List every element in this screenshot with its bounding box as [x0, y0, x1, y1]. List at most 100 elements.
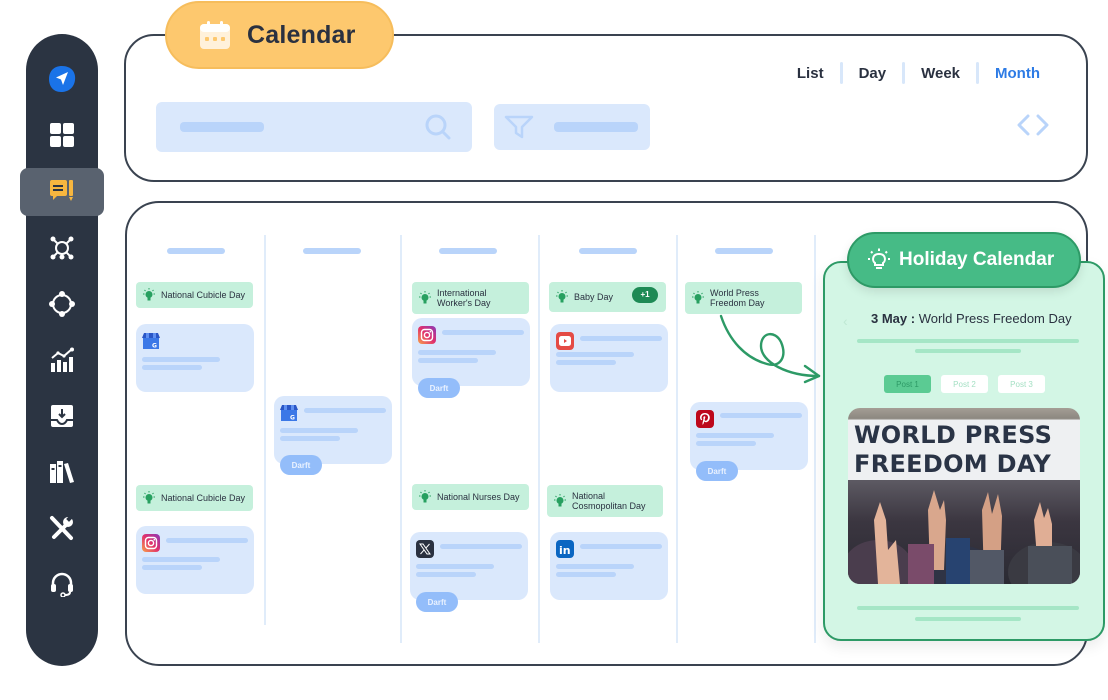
- text-placeholder: [720, 413, 802, 418]
- holiday-label: National Cubicle Day: [161, 492, 246, 503]
- post-card[interactable]: [136, 526, 254, 594]
- text-placeholder: [857, 606, 1079, 610]
- holiday-chip[interactable]: National Cosmopolitan Day: [547, 485, 663, 517]
- svg-text:in: in: [559, 544, 571, 556]
- post-tabs: Post 1 Post 2 Post 3: [884, 375, 1045, 393]
- sidebar-item-support[interactable]: [47, 569, 77, 599]
- sidebar-item-tools[interactable]: [47, 513, 77, 543]
- holiday-calendar-title: Holiday Calendar: [899, 249, 1055, 270]
- text-placeholder: [696, 441, 756, 446]
- holiday-label: National Nurses Day: [437, 491, 520, 502]
- post-card[interactable]: G: [274, 396, 392, 464]
- post-card[interactable]: [550, 324, 668, 392]
- holiday-chip[interactable]: National Nurses Day: [412, 484, 529, 510]
- banner-text-line1: WORLD PRESS: [854, 421, 1053, 449]
- curly-arrow-icon: [719, 314, 821, 384]
- date-navigation: [1016, 114, 1050, 136]
- text-placeholder: [416, 572, 476, 577]
- lightbulb-icon: [554, 494, 566, 507]
- text-placeholder: [142, 357, 220, 362]
- network-hub-icon: [50, 236, 74, 260]
- holiday-calendar-panel: ‹ 3 May : World Press Freedom Day Post 1…: [823, 261, 1105, 641]
- text-placeholder: [556, 352, 634, 357]
- holiday-calendar-title-pill: Holiday Calendar: [847, 232, 1081, 288]
- text-placeholder: [142, 365, 202, 370]
- day-header: [715, 248, 773, 254]
- dashboard-grid-icon: [50, 123, 74, 147]
- search-icon[interactable]: [424, 113, 452, 141]
- holiday-chip[interactable]: International Worker's Day: [412, 282, 529, 314]
- post-card[interactable]: [410, 532, 528, 600]
- tab-post-2[interactable]: Post 2: [941, 375, 988, 393]
- instagram-icon: [142, 534, 160, 552]
- post-card[interactable]: in: [550, 532, 668, 600]
- draft-status-badge: Darft: [418, 378, 460, 398]
- lightbulb-icon: [868, 248, 890, 269]
- holiday-label: Baby Day: [574, 291, 614, 302]
- text-placeholder: [166, 538, 248, 543]
- search-input[interactable]: [156, 102, 472, 152]
- text-placeholder: [442, 330, 524, 335]
- lightbulb-icon: [692, 291, 704, 304]
- sidebar-item-home[interactable]: [47, 64, 77, 94]
- lightbulb-icon: [419, 291, 431, 304]
- tools-icon: [50, 515, 73, 540]
- holiday-chip[interactable]: World Press Freedom Day: [685, 282, 802, 314]
- holiday-chip[interactable]: National Cubicle Day: [136, 282, 253, 308]
- day-header: [167, 248, 225, 254]
- text-placeholder: [696, 433, 774, 438]
- tab-day[interactable]: Day: [843, 65, 903, 82]
- text-placeholder: [440, 544, 522, 549]
- post-card[interactable]: G: [136, 324, 254, 392]
- post-card[interactable]: [690, 402, 808, 470]
- holiday-label: World Press Freedom Day: [710, 287, 765, 308]
- post-card[interactable]: [412, 318, 530, 386]
- sidebar-item-dashboard[interactable]: [47, 120, 77, 150]
- text-placeholder: [142, 565, 202, 570]
- text-placeholder: [280, 428, 358, 433]
- chevron-left-icon[interactable]: ‹: [843, 313, 848, 329]
- page-title: Calendar: [247, 20, 356, 49]
- more-holidays-badge[interactable]: +1: [632, 287, 658, 303]
- svg-text:G: G: [290, 415, 295, 422]
- holiday-chip[interactable]: Baby Day +1: [549, 282, 666, 312]
- text-placeholder: [857, 339, 1079, 343]
- column-divider: [264, 235, 266, 625]
- sidebar-item-inbox[interactable]: [47, 401, 77, 431]
- text-placeholder: [580, 544, 662, 549]
- day-header: [439, 248, 497, 254]
- holiday-chip[interactable]: National Cubicle Day: [136, 485, 253, 511]
- day-header: [303, 248, 361, 254]
- youtube-icon: [556, 332, 574, 350]
- tab-list[interactable]: List: [781, 65, 840, 82]
- holiday-label: International Worker's Day: [437, 287, 491, 308]
- tab-week[interactable]: Week: [905, 65, 976, 82]
- tab-post-1[interactable]: Post 1: [884, 375, 931, 393]
- chevron-left-icon[interactable]: [1016, 114, 1030, 136]
- column-divider: [676, 235, 678, 643]
- sidebar-item-library[interactable]: [47, 457, 77, 487]
- pinterest-icon: [696, 410, 714, 428]
- day-header: [579, 248, 637, 254]
- instagram-icon: [418, 326, 436, 344]
- sidebar-item-connections[interactable]: [47, 289, 77, 319]
- tab-month[interactable]: Month: [979, 65, 1056, 82]
- text-placeholder: [915, 349, 1021, 353]
- sidebar-item-network[interactable]: [47, 233, 77, 263]
- search-placeholder: [180, 122, 264, 132]
- tab-post-3[interactable]: Post 3: [998, 375, 1045, 393]
- sidebar: [20, 34, 104, 666]
- text-placeholder: [416, 564, 494, 569]
- banner-text-line2: FREEDOM DAY: [854, 450, 1052, 478]
- column-divider: [400, 235, 402, 643]
- image-banner: WORLD PRESS FREEDOM DAY: [848, 420, 1080, 480]
- text-placeholder: [915, 617, 1021, 621]
- holiday-label: National Cosmopolitan Day: [572, 490, 646, 511]
- sidebar-item-analytics[interactable]: [47, 345, 77, 375]
- connections-cycle-icon: [49, 291, 75, 317]
- sidebar-item-compose[interactable]: [47, 177, 77, 207]
- draft-status-badge: Darft: [416, 592, 458, 612]
- page-title-pill: Calendar: [165, 1, 394, 69]
- filter-button[interactable]: [494, 104, 650, 150]
- chevron-right-icon[interactable]: [1036, 114, 1050, 136]
